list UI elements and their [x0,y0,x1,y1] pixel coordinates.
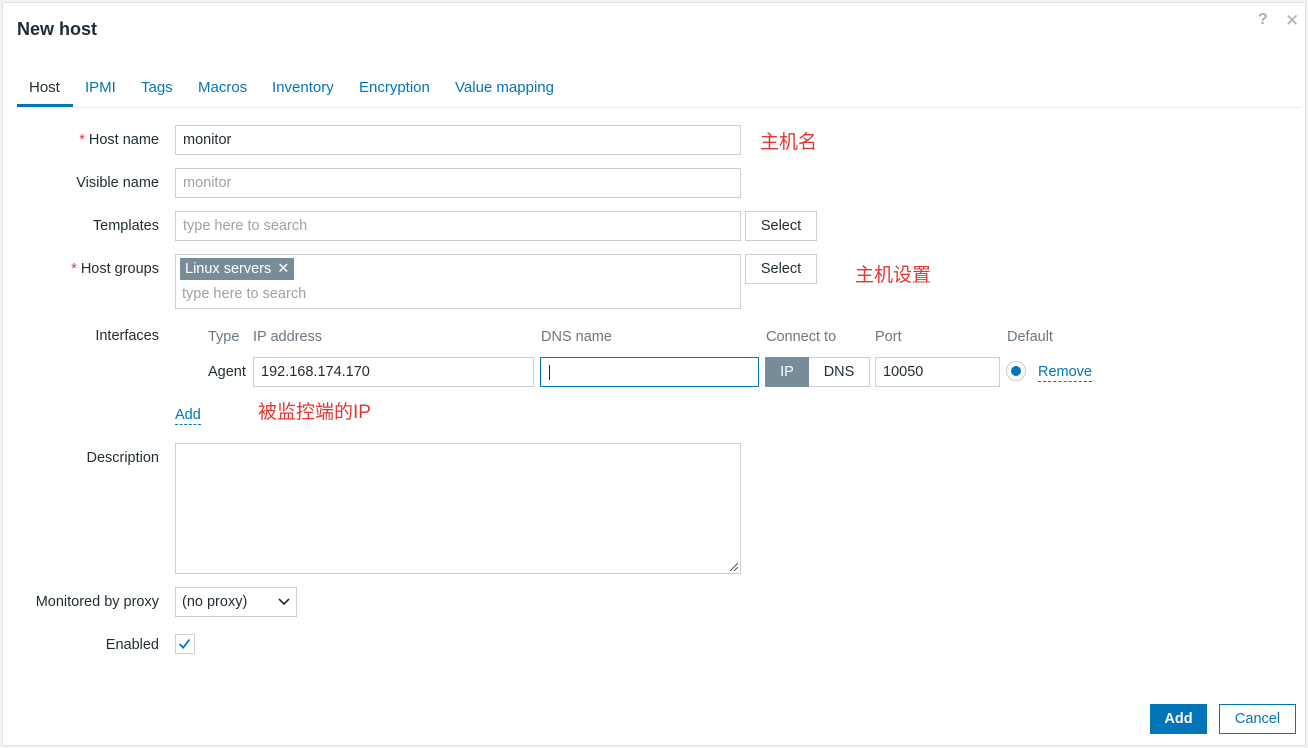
annotation-host-name: 主机名 [760,132,818,153]
cancel-button[interactable]: Cancel [1219,704,1296,734]
tab-macros[interactable]: Macros [198,79,247,105]
col-ip-address: IP address [253,329,323,345]
tab-bar: Host IPMI Tags Macros Inventory Encrypti… [17,79,1301,108]
host-name-label: * Host name [79,132,159,148]
add-interface-link[interactable]: Add [175,407,201,425]
required-mark: * [71,261,77,277]
annotation-host-settings: 主机设置 [855,265,932,286]
tab-inventory[interactable]: Inventory [272,79,334,105]
host-groups-multiselect[interactable]: Linux servers ✕ type here to search [175,254,741,309]
host-groups-label: * Host groups [71,261,159,277]
add-button[interactable]: Add [1150,704,1207,734]
host-group-chip: Linux servers ✕ [180,258,295,280]
tab-encryption[interactable]: Encryption [359,79,430,105]
help-icon[interactable]: ? [1258,11,1268,29]
host-name-input[interactable] [175,125,741,155]
text-caret [549,365,550,380]
tab-host[interactable]: Host [29,79,60,105]
enabled-checkbox[interactable] [175,634,195,654]
col-default: Default [1007,329,1053,345]
new-host-dialog: New host ? ✕ Host IPMI Tags Macros Inven… [2,2,1306,746]
interface-ip-input[interactable] [253,357,534,387]
proxy-label: Monitored by proxy [35,594,159,610]
resize-grip-icon[interactable] [728,561,738,571]
interface-type: Agent [208,364,246,380]
col-port: Port [875,329,902,345]
default-interface-radio[interactable] [1006,361,1026,381]
tab-value-mapping[interactable]: Value mapping [455,79,554,105]
templates-search-input[interactable] [175,211,741,241]
visible-name-label: Visible name [76,175,159,191]
interface-remove-link[interactable]: Remove [1038,364,1092,382]
interfaces-label: Interfaces [95,328,159,344]
chip-remove-icon[interactable]: ✕ [277,261,289,277]
proxy-selected-value: (no proxy) [182,594,248,610]
visible-name-input[interactable] [175,168,741,198]
col-connect-to: Connect to [766,329,837,345]
active-tab-indicator [17,104,73,107]
connect-to-ip-button[interactable]: IP [765,357,809,387]
col-type: Type [208,329,240,345]
host-groups-search-placeholder[interactable]: type here to search [182,286,306,302]
proxy-select[interactable]: (no proxy) [175,587,297,617]
close-icon[interactable]: ✕ [1285,11,1299,31]
annotation-monitored-ip: 被监控端的IP [258,402,371,423]
description-textarea[interactable] [175,443,741,574]
tab-tags[interactable]: Tags [141,79,173,105]
description-label: Description [86,450,159,466]
required-mark: * [79,132,85,148]
connect-to-dns-button[interactable]: DNS [809,357,870,387]
interface-dns-input[interactable] [540,357,759,387]
radio-selected-dot [1011,366,1021,376]
col-dns-name: DNS name [541,329,612,345]
checkmark-icon [178,638,191,649]
templates-select-button[interactable]: Select [745,211,817,241]
host-groups-select-button[interactable]: Select [745,254,817,284]
interface-port-input[interactable] [875,357,1000,387]
enabled-label: Enabled [105,637,159,653]
tab-ipmi[interactable]: IPMI [85,79,116,105]
dialog-title: New host [17,19,98,39]
chevron-down-icon [278,598,290,606]
templates-label: Templates [92,218,159,234]
